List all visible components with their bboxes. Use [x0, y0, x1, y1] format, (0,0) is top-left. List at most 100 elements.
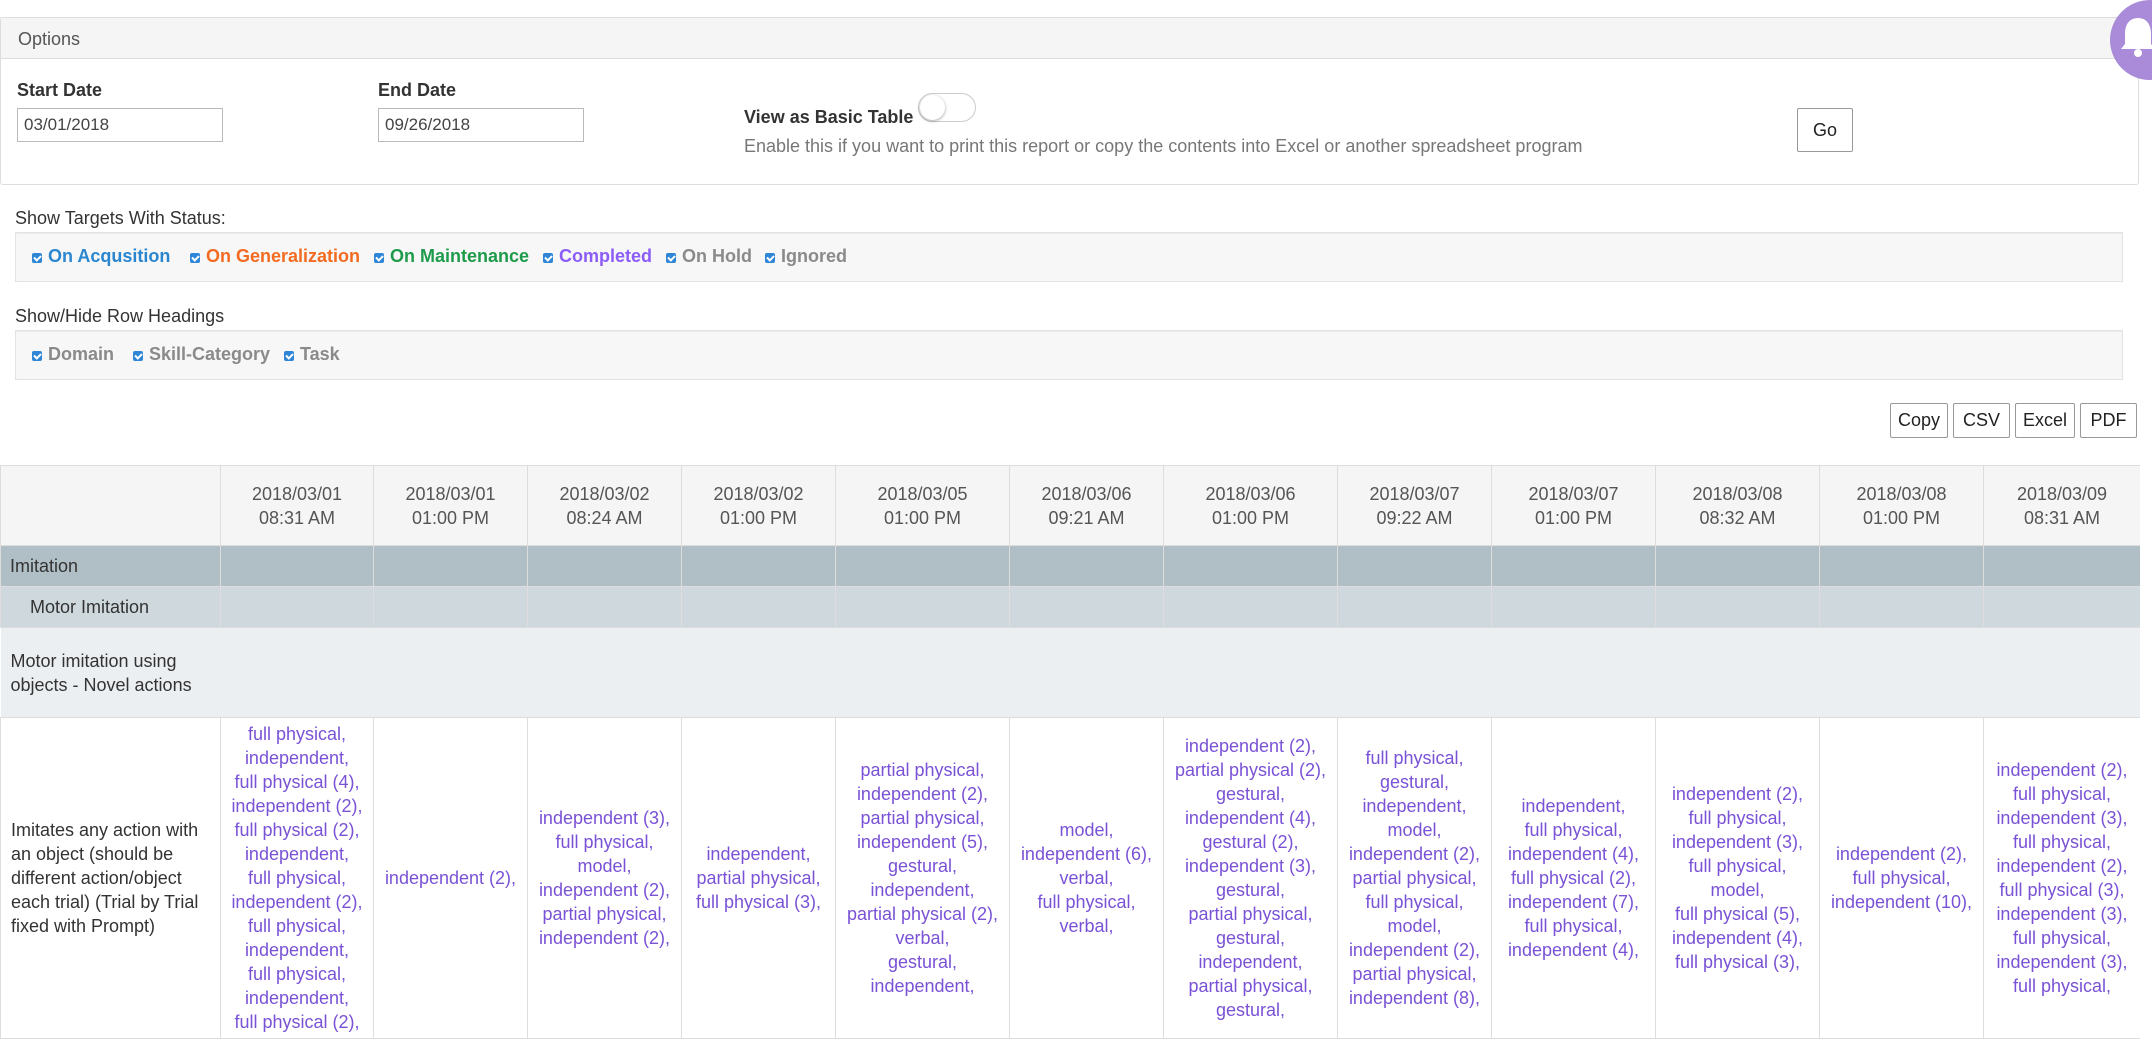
column-date: 2018/03/06	[1205, 483, 1296, 504]
column-header[interactable]: 2018/03/01 01:00 PM	[373, 465, 528, 546]
status-on-maintenance[interactable]: On Maintenance	[374, 246, 529, 267]
status-on-generalization[interactable]: On Generalization	[190, 246, 360, 267]
trial-cell: independent (2), full physical, independen…	[1819, 717, 1984, 1039]
band-cell	[1491, 586, 1656, 628]
trial-entry: partial physical,	[860, 760, 985, 780]
column-time: 01:00 PM	[1211, 507, 1290, 528]
trial-cell: full physical, independent, full physical …	[220, 717, 374, 1039]
trial-entry: full physical,	[1365, 892, 1464, 912]
column-date: 2018/03/07	[1528, 483, 1619, 504]
column-header[interactable]: 2018/03/02 08:24 AM	[527, 465, 682, 546]
checkbox-icon[interactable]	[32, 351, 42, 361]
trial-entry: full physical (3),	[1674, 952, 1801, 972]
band-cell	[1819, 545, 1984, 587]
column-date: 2018/03/07	[1369, 483, 1460, 504]
trial-cell: independent, full physical, independent (4…	[1491, 717, 1656, 1039]
status-completed[interactable]: Completed	[543, 246, 652, 267]
status-on-acquisition[interactable]: On Acqusition	[32, 246, 170, 267]
trial-entry: verbal,	[895, 928, 950, 948]
basic-table-toggle[interactable]	[918, 93, 976, 122]
corner-cell	[0, 465, 221, 546]
row-heading-skill-category[interactable]: Skill-Category	[133, 344, 270, 365]
csv-button[interactable]: CSV	[1953, 403, 2010, 438]
column-header[interactable]: 2018/03/06 09:21 AM	[1009, 465, 1164, 546]
band-cell	[527, 586, 682, 628]
trial-entry: gestural,	[1215, 880, 1286, 900]
trial-entry: independent,	[244, 844, 350, 864]
checkbox-icon[interactable]	[543, 253, 553, 263]
trial-entry: gestural,	[1215, 784, 1286, 804]
target-row: Imitates any action with an object (shou…	[0, 717, 2140, 1039]
status-label: Completed	[559, 246, 653, 266]
trial-cell: model, independent (6), verbal, full physic…	[1009, 717, 1164, 1039]
column-time: 01:00 PM	[1534, 507, 1613, 528]
trial-entry: independent (6),	[1020, 844, 1153, 864]
trial-entry: model,	[1059, 820, 1114, 840]
trial-entry: full physical (3),	[695, 892, 822, 912]
band-cell	[1819, 586, 1984, 628]
pdf-button[interactable]: PDF	[2080, 403, 2137, 438]
column-header[interactable]: 2018/03/06 01:00 PM	[1163, 465, 1338, 546]
trial-cell: independent (2), full physical, independen…	[1655, 717, 1820, 1039]
trial-entry: partial physical,	[1188, 976, 1313, 996]
column-header[interactable]: 2018/03/02 01:00 PM	[681, 465, 836, 546]
column-header[interactable]: 2018/03/05 01:00 PM	[835, 465, 1010, 546]
end-date-input[interactable]	[378, 108, 584, 142]
band-cell	[1655, 586, 1820, 628]
trial-cell: independent (3), full physical, model, inde…	[527, 717, 682, 1039]
trial-entry: independent (2),	[538, 880, 671, 900]
trial-entry: full physical,	[247, 964, 347, 984]
copy-button[interactable]: Copy	[1890, 403, 1948, 438]
trial-entry: full physical,	[1688, 808, 1787, 828]
checkbox-icon[interactable]	[133, 351, 143, 361]
toggle-knob	[920, 95, 945, 120]
trial-entry: independent,	[244, 988, 350, 1008]
column-header[interactable]: 2018/03/08 01:00 PM	[1819, 465, 1984, 546]
excel-button[interactable]: Excel	[2015, 403, 2075, 438]
trial-entry: independent (2),	[856, 784, 989, 804]
trial-cell: independent (2), partial physical (2), ges…	[1163, 717, 1338, 1039]
trial-entry: full physical (3),	[1999, 880, 2125, 900]
column-header[interactable]: 2018/03/07 09:22 AM	[1337, 465, 1492, 546]
report-table-container[interactable]: 2018/03/01 08:31 AM 2018/03/01 01:00 PM 20…	[0, 465, 2140, 1058]
trial-entry: independent (2),	[1671, 784, 1804, 804]
checkbox-icon[interactable]	[284, 351, 294, 361]
band-cell	[1655, 545, 1820, 587]
band-cell	[1009, 586, 1164, 628]
column-header[interactable]: 2018/03/09 08:31 AM	[1983, 465, 2140, 546]
header-row: 2018/03/01 08:31 AM 2018/03/01 01:00 PM 20…	[0, 465, 2140, 546]
band-cell	[220, 586, 374, 628]
trial-entry: independent (2),	[1996, 856, 2128, 876]
trial-entry: verbal,	[1059, 868, 1114, 888]
trial-entry: independent (2),	[384, 868, 517, 888]
target-heading: Imitates any action with an object (shou…	[0, 717, 221, 1039]
trial-entry: gestural,	[1215, 928, 1286, 948]
go-button[interactable]: Go	[1797, 108, 1853, 152]
row-heading-domain[interactable]: Domain	[32, 344, 114, 365]
checkbox-icon[interactable]	[32, 253, 42, 263]
column-header[interactable]: 2018/03/01 08:31 AM	[220, 465, 374, 546]
trial-entry: partial physical,	[860, 808, 985, 828]
row-heading-task[interactable]: Task	[284, 344, 340, 365]
trial-entry: independent (3),	[1996, 952, 2128, 972]
trial-entry: full physical,	[247, 724, 347, 744]
checkbox-icon[interactable]	[666, 253, 676, 263]
checkbox-icon[interactable]	[765, 253, 775, 263]
checkbox-icon[interactable]	[190, 253, 200, 263]
trial-cell: independent, partial physical, full physic…	[681, 717, 836, 1039]
trial-entry: independent (3),	[1996, 808, 2128, 828]
status-label: Ignored	[781, 246, 847, 266]
column-header[interactable]: 2018/03/07 01:00 PM	[1491, 465, 1656, 546]
status-ignored[interactable]: Ignored	[765, 246, 847, 267]
checkbox-icon[interactable]	[374, 253, 384, 263]
trial-entry: full physical,	[2012, 976, 2112, 996]
task-row: Motor imitation using objects - Novel ac…	[0, 627, 2140, 718]
start-date-input[interactable]	[17, 108, 223, 142]
bell-icon	[2121, 18, 2152, 57]
skill-category-heading: Motor Imitation	[0, 586, 221, 628]
status-filter-label: Show Targets With Status:	[15, 208, 226, 228]
status-on-hold[interactable]: On Hold	[666, 246, 752, 267]
trial-entry: full physical (2),	[234, 820, 360, 840]
column-header[interactable]: 2018/03/08 08:32 AM	[1655, 465, 1820, 546]
trial-entry: full physical,	[247, 916, 347, 936]
